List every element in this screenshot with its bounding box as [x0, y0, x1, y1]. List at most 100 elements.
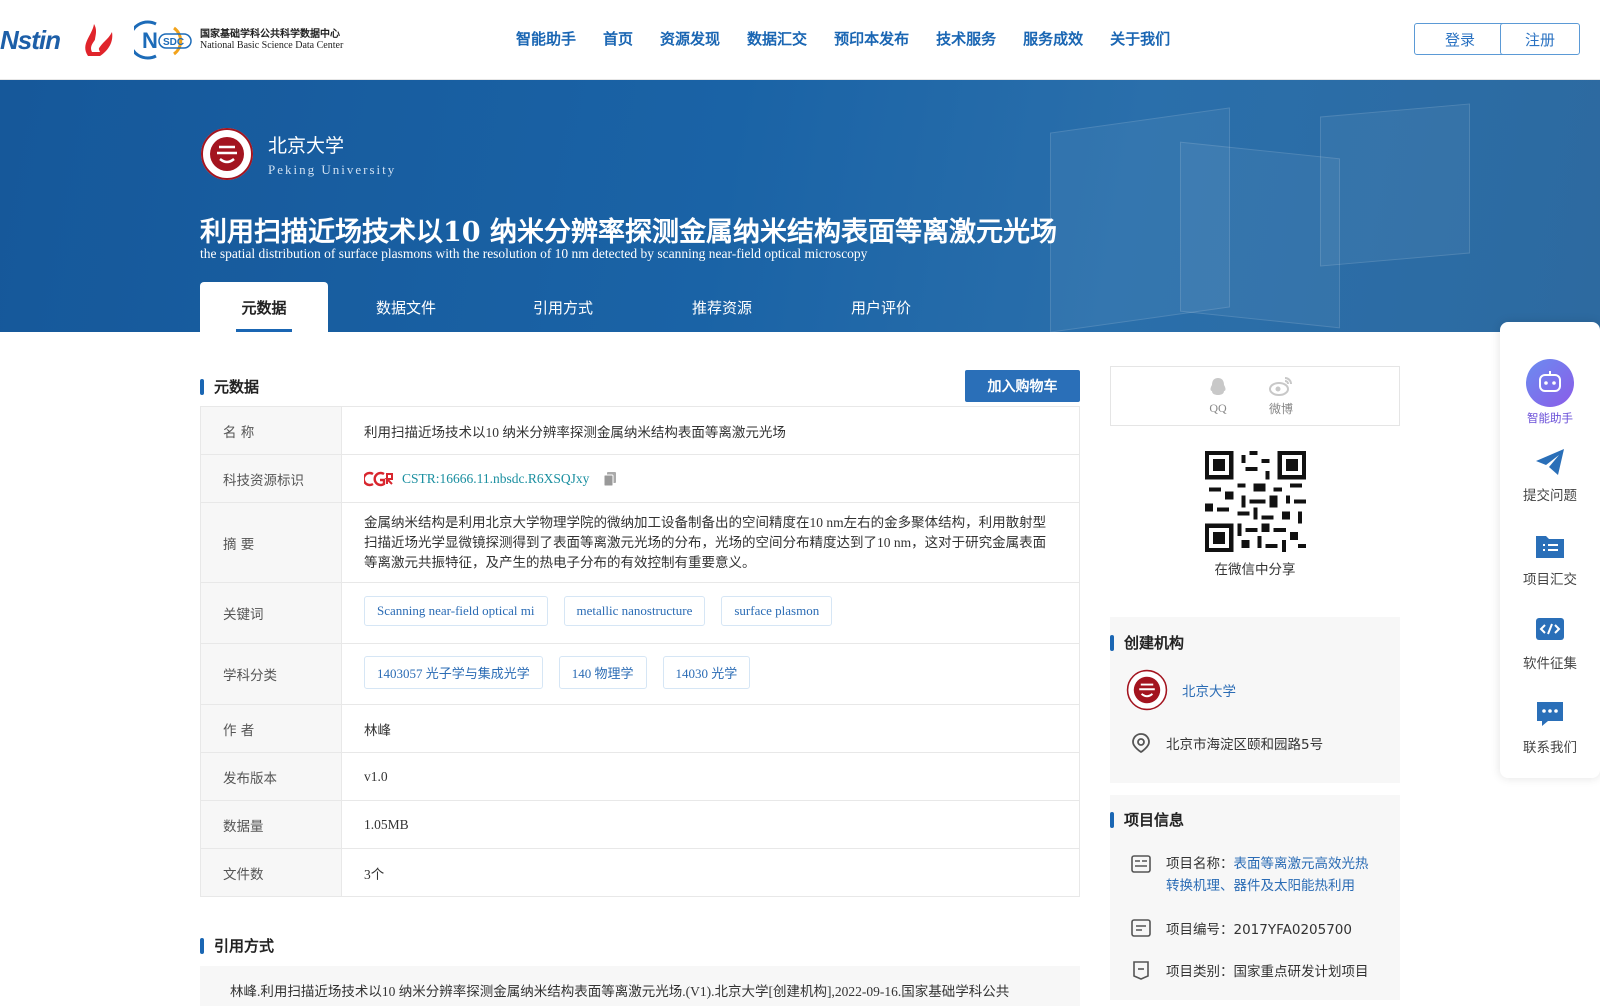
side-software-label: 软件征集	[1523, 656, 1577, 672]
share-bar: QQ 微博	[1110, 366, 1400, 426]
identifier-label: 科技资源标识	[200, 454, 342, 503]
keyword-tag[interactable]: Scanning near-field optical mi	[364, 596, 548, 626]
abstract-label: 摘 要	[200, 502, 342, 583]
table-row: 发布版本 v1.0	[200, 752, 1080, 801]
metadata-section-title: 元数据	[214, 378, 260, 396]
size-value: 1.05MB	[341, 800, 1080, 849]
subject-tag[interactable]: 14030 光学	[662, 655, 751, 689]
qq-icon	[1210, 378, 1226, 395]
project-code-text: 项目编号：2017YFA0205700	[1166, 918, 1352, 938]
project-type-value: 国家重点研发计划项目	[1233, 964, 1369, 980]
paper-plane-icon	[1536, 449, 1564, 475]
institution-section-title: 创建机构	[1124, 634, 1185, 652]
project-section-title: 项目信息	[1124, 811, 1185, 829]
nav-assistant[interactable]: 智能助手	[516, 28, 576, 49]
add-to-cart-button[interactable]: 加入购物车	[965, 370, 1080, 402]
nav-preprint[interactable]: 预印本发布	[834, 28, 909, 49]
wechat-qr-code	[1205, 451, 1306, 552]
location-pin-icon	[1132, 733, 1150, 754]
tab-user-reviews[interactable]: 用户评价	[802, 282, 960, 332]
tab-metadata[interactable]: 元数据	[200, 282, 328, 332]
bookmark-icon	[1133, 961, 1149, 980]
nav-home[interactable]: 首页	[603, 28, 633, 49]
table-row: 学科分类 1403057 光子学与集成光学 140 物理学 14030 光学	[200, 643, 1080, 705]
svg-text:SDC: SDC	[163, 37, 184, 48]
nsdc-text: 国家基础学科公共科学数据中心 National Basic Science Da…	[200, 29, 343, 51]
register-button[interactable]: 注册	[1500, 23, 1580, 55]
identifier-value[interactable]: CSTR:16666.11.nbsdc.R6XSQJxy	[402, 471, 589, 487]
project-card-icon	[1131, 855, 1151, 873]
project-code-value: 2017YFA0205700	[1233, 922, 1353, 938]
tab-data-files[interactable]: 数据文件	[328, 282, 484, 332]
size-label: 数据量	[200, 800, 342, 849]
project-name-row: 项目名称：表面等离激元高效光热转换机理、器件及太阳能热利用	[1130, 853, 1380, 897]
nav-about[interactable]: 关于我们	[1110, 28, 1170, 49]
project-type-row: 项目类别：国家重点研发计划项目	[1130, 959, 1369, 981]
banner-decoration	[1180, 141, 1340, 329]
share-qq[interactable]: QQ	[1207, 376, 1229, 416]
tab-recommended[interactable]: 推荐资源	[642, 282, 802, 332]
top-navbar: Nstin N SDC 国家基础学科公共科学数据中心 National Basi…	[0, 0, 1600, 80]
tab-citation[interactable]: 引用方式	[484, 282, 642, 332]
copy-icon[interactable]	[603, 471, 617, 487]
author-label: 作 者	[200, 704, 342, 753]
project-code-icon	[1131, 919, 1151, 937]
table-row: 关键词 Scanning near-field optical mi metall…	[200, 582, 1080, 644]
project-name-text: 项目名称：表面等离激元高效光热转换机理、器件及太阳能热利用	[1166, 853, 1380, 897]
side-project-submit[interactable]: 项目汇交	[1500, 530, 1600, 588]
institution-row[interactable]: 北京大学	[1126, 669, 1236, 711]
nav-tech-service[interactable]: 技术服务	[936, 28, 996, 49]
subject-tag[interactable]: 1403057 光子学与集成光学	[364, 655, 543, 689]
subjects-cell: 1403057 光子学与集成光学 140 物理学 14030 光学	[341, 643, 1080, 705]
nsdc-logo[interactable]: N SDC 国家基础学科公共科学数据中心 National Basic Scie…	[134, 20, 343, 60]
citation-section-header: 引用方式	[200, 935, 274, 956]
dataset-title-cn: 利用扫描近场技术以10 纳米分辨率探测金属纳米结构表面等离激元光场	[200, 217, 1057, 248]
author-value: 林峰	[341, 704, 1080, 753]
nav-service-results[interactable]: 服务成效	[1023, 28, 1083, 49]
pku-seal-icon	[201, 128, 253, 180]
share-weibo[interactable]: 微博	[1269, 375, 1293, 417]
qq-label: QQ	[1209, 401, 1227, 415]
flame-logo-icon[interactable]	[78, 22, 116, 58]
table-row: 数据量 1.05MB	[200, 800, 1080, 849]
side-contact[interactable]: 联系我们	[1500, 698, 1600, 756]
table-row: 文件数 3个	[200, 848, 1080, 897]
floating-sidebar: 智能助手 提交问题 项目汇交 软件征集 联系我们	[1500, 322, 1600, 778]
version-value: v1.0	[341, 752, 1080, 801]
nsdc-name-en: National Basic Science Data Center	[200, 40, 344, 51]
university-name-en: Peking University	[268, 161, 397, 177]
main-nav: 智能助手 首页 资源发现 数据汇交 预印本发布 技术服务 服务成效 关于我们	[516, 28, 1197, 49]
institution-name-link[interactable]: 北京大学	[1182, 680, 1236, 700]
side-assistant[interactable]: 智能助手	[1500, 358, 1600, 426]
side-assistant-label: 智能助手	[1527, 411, 1573, 425]
citation-text: 林峰.利用扫描近场技术以10 纳米分辨率探测金属纳米结构表面等离激元光场.(V1…	[200, 966, 1080, 1006]
nav-discover[interactable]: 资源发现	[660, 28, 720, 49]
metadata-table: 名 称 利用扫描近场技术以10 纳米分辨率探测金属纳米结构表面等离激元光场 科技…	[200, 406, 1080, 897]
section-accent	[1110, 811, 1114, 828]
nsdc-name-cn: 国家基础学科公共科学数据中心	[200, 29, 340, 40]
nav-data-submit[interactable]: 数据汇交	[747, 28, 807, 49]
cstr-icon	[364, 471, 393, 486]
identifier-cell: CSTR:16666.11.nbsdc.R6XSQJxy	[341, 454, 1080, 503]
folder-list-icon	[1536, 536, 1564, 558]
project-type-label: 项目类别：	[1166, 964, 1234, 980]
metadata-section-header: 元数据	[200, 376, 259, 397]
keywords-label: 关键词	[200, 582, 342, 644]
project-code-label: 项目编号：	[1166, 922, 1234, 938]
side-submit-question[interactable]: 提交问题	[1500, 446, 1600, 504]
project-name-label: 项目名称：	[1166, 856, 1234, 872]
detail-tabs: 元数据 数据文件 引用方式 推荐资源 用户评价	[200, 282, 960, 332]
project-type-text: 项目类别：国家重点研发计划项目	[1166, 960, 1369, 980]
subject-tag[interactable]: 140 物理学	[558, 655, 647, 689]
keyword-tag[interactable]: surface plasmon	[721, 596, 833, 626]
cstr-logo[interactable]: Nstin	[0, 25, 61, 56]
table-row: 摘 要 金属纳米结构是利用北京大学物理学院的微纳加工设备制备出的空间精度在10 …	[200, 502, 1080, 583]
weibo-label: 微博	[1269, 402, 1294, 416]
version-label: 发布版本	[200, 752, 342, 801]
logo-group: Nstin N SDC 国家基础学科公共科学数据中心 National Basi…	[0, 18, 343, 62]
side-software[interactable]: 软件征集	[1500, 614, 1600, 672]
subjects-label: 学科分类	[200, 643, 342, 705]
keyword-tag[interactable]: metallic nanostructure	[563, 596, 706, 626]
table-row: 名 称 利用扫描近场技术以10 纳米分辨率探测金属纳米结构表面等离激元光场	[200, 406, 1080, 455]
login-button[interactable]: 登录	[1414, 23, 1506, 55]
